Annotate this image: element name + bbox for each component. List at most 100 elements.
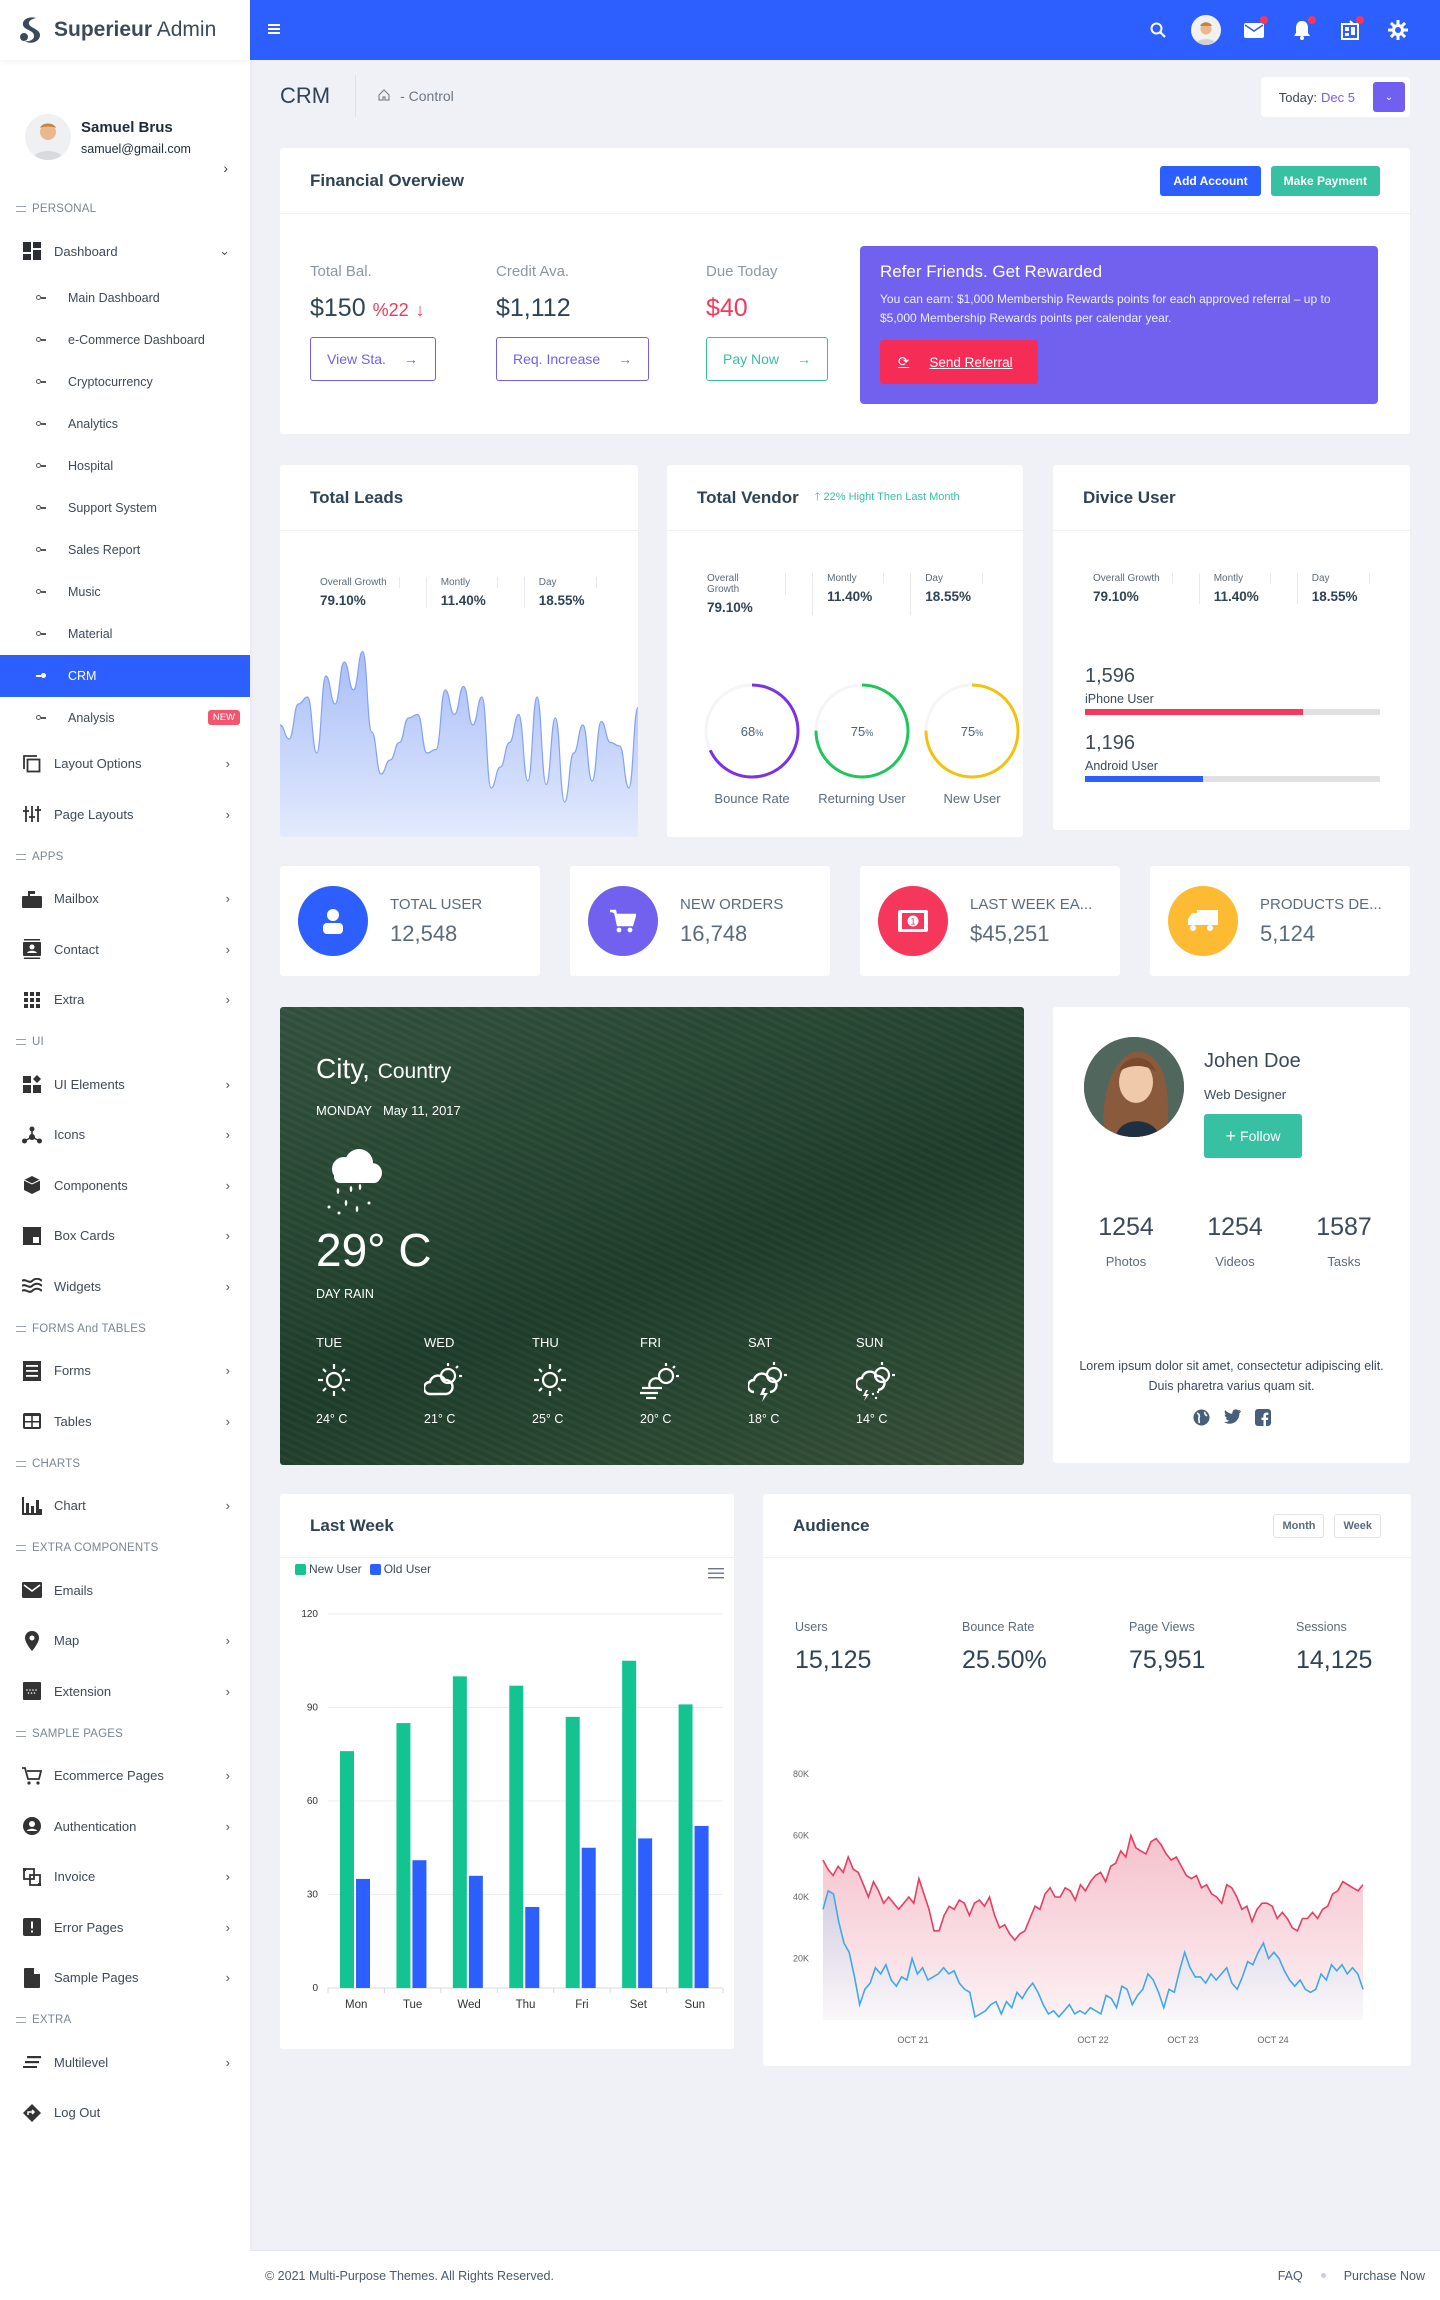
month-toggle[interactable]: Month <box>1273 1513 1325 1538</box>
weather-card: City, Country MONDAY May 11, 2017 29° C … <box>280 1007 1024 1465</box>
bell-icon[interactable] <box>1278 0 1326 60</box>
sidebar-item-authentication[interactable]: Authentication › <box>0 1801 250 1852</box>
sidebar-item-sample-pages[interactable]: Sample Pages › <box>0 1953 250 2004</box>
bar-new-user[interactable] <box>340 1751 354 1988</box>
card-title: Total Leads <box>310 487 404 507</box>
stat-value: 79.10% <box>707 600 753 615</box>
referral-text: You can earn: $1,000 Membership Rewards … <box>880 292 1331 325</box>
bar-new-user[interactable] <box>452 1676 467 1988</box>
sidebar-item-mailbox[interactable]: Mailbox › <box>0 874 250 925</box>
bar-new-user[interactable] <box>678 1704 693 1988</box>
globe-icon[interactable] <box>1193 1409 1210 1431</box>
stat-card[interactable]: PRODUCTS DE... 5,124 <box>1150 866 1410 976</box>
sidebar-item-invoice[interactable]: Invoice › <box>0 1852 250 1903</box>
date-picker[interactable]: Today: Dec 5 ⌄ <box>1260 77 1410 117</box>
sidebar-item-log-out[interactable]: Log Out <box>0 2088 250 2139</box>
forecast-temp: 20° C <box>640 1412 672 1426</box>
bar-old-user[interactable] <box>694 1825 709 1988</box>
sidebar-item-multilevel[interactable]: Multilevel › <box>0 2037 250 2088</box>
stat-label: Overall Growth <box>320 577 400 588</box>
mail-icon[interactable] <box>1230 0 1278 60</box>
x-tick-label: Sun <box>685 1999 705 2011</box>
sidebar-subitem-analysis[interactable]: Analysis NEW <box>0 697 250 739</box>
rain-cloud-icon <box>327 1149 382 1215</box>
sidebar-item-widgets[interactable]: Widgets › <box>0 1261 250 1312</box>
chevron-right-icon[interactable]: › <box>223 160 228 176</box>
facebook-icon[interactable] <box>1254 1409 1271 1431</box>
sidebar-subitem-e-commerce-dashboard[interactable]: e-Commerce Dashboard <box>0 319 250 361</box>
stat-label: Montly <box>1214 573 1271 584</box>
bar-new-user[interactable] <box>565 1716 580 1988</box>
sidebar-subitem-cryptocurrency[interactable]: Cryptocurrency <box>0 361 250 403</box>
sidebar-item-layout-options[interactable]: Layout Options › <box>0 739 250 790</box>
notification-dot <box>1260 16 1268 24</box>
sidebar-item-box-cards[interactable]: Box Cards › <box>0 1211 250 1262</box>
purchase-now-link[interactable]: Purchase Now <box>1344 2269 1425 2283</box>
bar-old-user[interactable] <box>581 1847 596 1988</box>
request-increase-button[interactable]: Req. Increase → <box>496 337 650 381</box>
home-icon[interactable] <box>378 88 390 104</box>
sidebar-subitem-material[interactable]: Material <box>0 613 250 655</box>
sidebar-item-emails[interactable]: Emails <box>0 1565 250 1616</box>
sidebar-item-components[interactable]: Components › <box>0 1160 250 1211</box>
sidebar-item-icons[interactable]: Icons › <box>0 1110 250 1161</box>
sidebar-item-error-pages[interactable]: Error Pages › <box>0 1902 250 1953</box>
make-payment-button[interactable]: Make Payment <box>1270 165 1380 196</box>
box-cards-icon <box>22 1226 42 1246</box>
bar-new-user[interactable] <box>509 1685 524 1988</box>
send-referral-button[interactable]: ⟳ Send Referral <box>880 340 1038 384</box>
add-account-button[interactable]: Add Account <box>1160 165 1261 196</box>
user-name: Samuel Brus <box>81 118 173 136</box>
stat-card[interactable]: 1 LAST WEEK EA... $45,251 <box>860 866 1120 976</box>
sidebar-subitem-music[interactable]: Music <box>0 571 250 613</box>
pay-now-button[interactable]: Pay Now → <box>706 337 829 381</box>
user-panel[interactable]: Samuel Brus samuel@gmail.com › <box>0 60 250 192</box>
bar-old-user[interactable] <box>356 1878 370 1988</box>
audience-stat-label: Sessions <box>1296 1620 1347 1634</box>
sidebar-subitem-crm[interactable]: CRM <box>0 654 250 697</box>
sidebar-item-label: Forms <box>54 1363 91 1379</box>
profile-stat-value: 1254 <box>1098 1213 1154 1241</box>
bar-old-user[interactable] <box>468 1875 483 1988</box>
settings-gear-icon[interactable] <box>1374 0 1422 60</box>
stat-card[interactable]: TOTAL USER 12,548 <box>280 866 540 976</box>
sidebar-subitem-sales-report[interactable]: Sales Report <box>0 529 250 571</box>
legend-old-user[interactable]: Old User <box>369 1562 431 1576</box>
faq-link[interactable]: FAQ <box>1278 2269 1303 2283</box>
dashboard-board-icon[interactable] <box>1326 0 1374 60</box>
search-icon[interactable] <box>1134 0 1182 60</box>
sidebar-subitem-main-dashboard[interactable]: Main Dashboard <box>0 277 250 319</box>
bar-new-user[interactable] <box>396 1723 411 1988</box>
section-label-personal: PERSONAL <box>0 192 250 226</box>
sidebar-item-ecommerce-pages[interactable]: Ecommerce Pages › <box>0 1751 250 1802</box>
bar-old-user[interactable] <box>412 1860 427 1988</box>
logo[interactable]: Superieur Admin <box>0 0 250 60</box>
sidebar-item-tables[interactable]: Tables › <box>0 1396 250 1447</box>
sidebar-item-chart[interactable]: Chart › <box>0 1481 250 1532</box>
follow-button[interactable]: + Follow <box>1204 1114 1302 1158</box>
twitter-icon[interactable] <box>1223 1409 1241 1431</box>
stat-value: 79.10% <box>320 593 366 608</box>
chart-menu-icon[interactable] <box>708 1566 724 1584</box>
legend-new-user[interactable]: New User <box>295 1562 362 1576</box>
bar-old-user[interactable] <box>638 1838 653 1988</box>
bar-old-user[interactable] <box>525 1906 540 1988</box>
menu-toggle-icon[interactable] <box>268 21 280 39</box>
stat-card[interactable]: NEW ORDERS 16,748 <box>570 866 830 976</box>
sidebar-item-ui-elements[interactable]: UI Elements › <box>0 1059 250 1110</box>
sidebar-item-forms[interactable]: Forms › <box>0 1346 250 1397</box>
bar-new-user[interactable] <box>622 1660 637 1988</box>
week-toggle[interactable]: Week <box>1334 1513 1381 1538</box>
sidebar-subitem-support-system[interactable]: Support System <box>0 487 250 529</box>
sidebar-item-contact[interactable]: Contact › <box>0 924 250 975</box>
sidebar-item-page-layouts[interactable]: Page Layouts › <box>0 789 250 840</box>
sidebar-item-map[interactable]: Map › <box>0 1616 250 1667</box>
sidebar-item-extra[interactable]: Extra › <box>0 975 250 1026</box>
chevron-down-icon[interactable]: ⌄ <box>1373 82 1405 112</box>
header-avatar[interactable] <box>1182 0 1230 60</box>
sidebar-subitem-hospital[interactable]: Hospital <box>0 445 250 487</box>
sidebar-subitem-analytics[interactable]: Analytics <box>0 403 250 445</box>
sidebar-item-extension[interactable]: Extension › <box>0 1666 250 1717</box>
sidebar-item-dashboard[interactable]: Dashboard ⌄ <box>0 226 250 277</box>
view-statement-button[interactable]: View Sta. → <box>310 337 436 381</box>
